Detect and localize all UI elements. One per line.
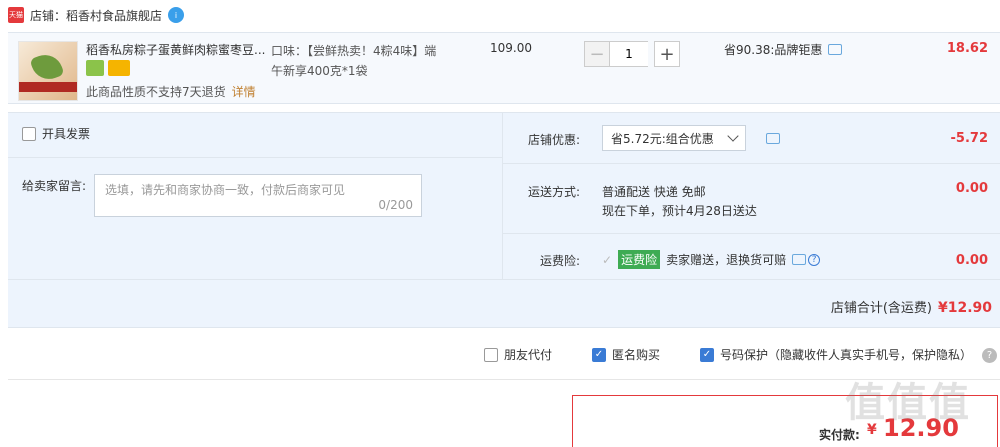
quantity-stepper: − + — [584, 41, 680, 67]
product-thumbnail[interactable] — [18, 41, 78, 101]
sku-line-1: 口味：【尝鲜热卖！4粽4味】端 — [271, 44, 437, 58]
product-service-icons — [86, 60, 130, 76]
invoice-label: 开具发票 — [42, 127, 91, 141]
friend-pay-checkbox[interactable] — [484, 347, 498, 362]
check-icon: ✓ — [602, 252, 613, 267]
product-row: 稻香私房粽子蛋黄鲜肉粽蜜枣豆... 此商品性质不支持7天退货 详情 口味：【尝鲜热… — [8, 32, 1000, 104]
thumb-band — [19, 82, 77, 92]
store-discount-amount: -5.72 — [950, 131, 988, 146]
store-total-label: 店铺合计(含运费) — [830, 301, 932, 316]
watermark: 值值值 — [845, 380, 971, 426]
zongzi-leaf-icon — [29, 49, 65, 85]
insurance-tag: 运费险 — [618, 250, 661, 269]
shipping-eta: 现在下单，预计4月28日送达 — [602, 204, 757, 218]
unit-price: 109.00 — [490, 41, 532, 55]
shipping-insurance: ✓ 运费险 卖家赠送，退换货可赔 ? — [602, 250, 821, 269]
card-payment-icon — [108, 60, 130, 76]
invoice-option[interactable]: 开具发票 — [22, 125, 90, 142]
anonymous-option[interactable]: ✓ 匿名购买 — [592, 346, 660, 363]
store-total: 店铺合计(含运费) ¥12.90 — [831, 297, 992, 316]
shipping-method: 普通配送 快递 免邮 — [602, 185, 706, 199]
number-protect-checkbox[interactable]: ✓ — [700, 347, 714, 362]
payment-label: 实付款: — [819, 428, 860, 442]
divider — [502, 113, 503, 279]
question-icon[interactable]: ? — [982, 348, 997, 363]
order-extras-panel: 开具发票 给卖家留言: 选填，请先和商家协商一致，付款后商家可见 0/200 店… — [8, 112, 1000, 328]
store-total-amount: ¥12.90 — [937, 300, 992, 316]
increase-quantity-button[interactable]: + — [654, 41, 680, 67]
quantity-input[interactable] — [610, 41, 648, 67]
return-policy-note: 此商品性质不支持7天退货 详情 — [86, 83, 256, 100]
message-label: 给卖家留言: — [22, 179, 87, 193]
message-char-count: 0/200 — [378, 198, 413, 212]
friend-pay-option[interactable]: 朋友代付 — [484, 346, 552, 363]
shipping-amount: 0.00 — [955, 181, 988, 196]
store-chat-icon[interactable]: i — [168, 7, 185, 23]
help-icon[interactable]: ? — [808, 253, 821, 266]
chevron-down-icon — [727, 130, 739, 142]
friend-pay-label: 朋友代付 — [504, 348, 553, 362]
store-name[interactable]: 店铺：稻香村食品旗舰店 — [30, 7, 162, 24]
return-details-link[interactable]: 详情 — [232, 85, 256, 99]
divider — [502, 163, 1000, 164]
number-protect-option[interactable]: ✓ 号码保护（隐藏收件人真实手机号，保护隐私） — [700, 346, 972, 363]
discount-text: 省90.38:品牌钜惠 — [724, 43, 823, 57]
product-title[interactable]: 稻香私房粽子蛋黄鲜肉粽蜜枣豆... — [86, 41, 266, 58]
shipping-info: 普通配送 快递 免邮 现在下单，预计4月28日送达 — [602, 183, 757, 221]
divider — [502, 233, 1000, 234]
tmall-badge-icon: 天猫 — [8, 7, 24, 23]
coupon-select[interactable]: 省5.72元:组合优惠 — [602, 125, 746, 151]
comment-icon[interactable] — [766, 133, 780, 144]
divider — [8, 157, 502, 158]
shipping-label: 运送方式: — [528, 185, 581, 199]
sku-line-2: 午新享400克*1袋 — [271, 64, 368, 78]
insurance-amount: 0.00 — [955, 253, 988, 268]
brand-discount: 省90.38:品牌钜惠 — [724, 41, 843, 58]
insurance-text: 卖家赠送，退换货可赔 — [666, 253, 787, 267]
message-placeholder: 选填，请先和商家协商一致，付款后商家可见 — [105, 183, 346, 197]
decrease-quantity-button[interactable]: − — [584, 41, 610, 67]
service-green-icon — [86, 60, 104, 76]
anonymous-label: 匿名购买 — [612, 348, 661, 362]
invoice-checkbox[interactable] — [22, 126, 36, 141]
purchase-options: 朋友代付 ✓ 匿名购买 ✓ 号码保护（隐藏收件人真实手机号，保护隐私） — [0, 346, 1000, 366]
number-protect-label: 号码保护（隐藏收件人真实手机号，保护隐私） — [720, 348, 973, 362]
coupon-selected-value: 省5.72元:组合优惠 — [611, 131, 714, 146]
divider — [8, 279, 1000, 280]
anonymous-checkbox[interactable]: ✓ — [592, 347, 606, 362]
store-header: 天猫 店铺：稻香村食品旗舰店 i — [0, 0, 1000, 30]
product-sku: 口味：【尝鲜热卖！4粽4味】端 午新享400克*1袋 — [271, 41, 449, 81]
comment-icon[interactable] — [828, 44, 843, 55]
return-note-text: 此商品性质不支持7天退货 — [86, 85, 226, 99]
comment-icon[interactable] — [792, 254, 807, 265]
insurance-label: 运费险: — [540, 254, 581, 268]
store-discount-label: 店铺优惠: — [528, 133, 581, 147]
line-total: 18.62 — [946, 41, 988, 56]
seller-message-input[interactable]: 选填，请先和商家协商一致，付款后商家可见 0/200 — [94, 174, 422, 217]
